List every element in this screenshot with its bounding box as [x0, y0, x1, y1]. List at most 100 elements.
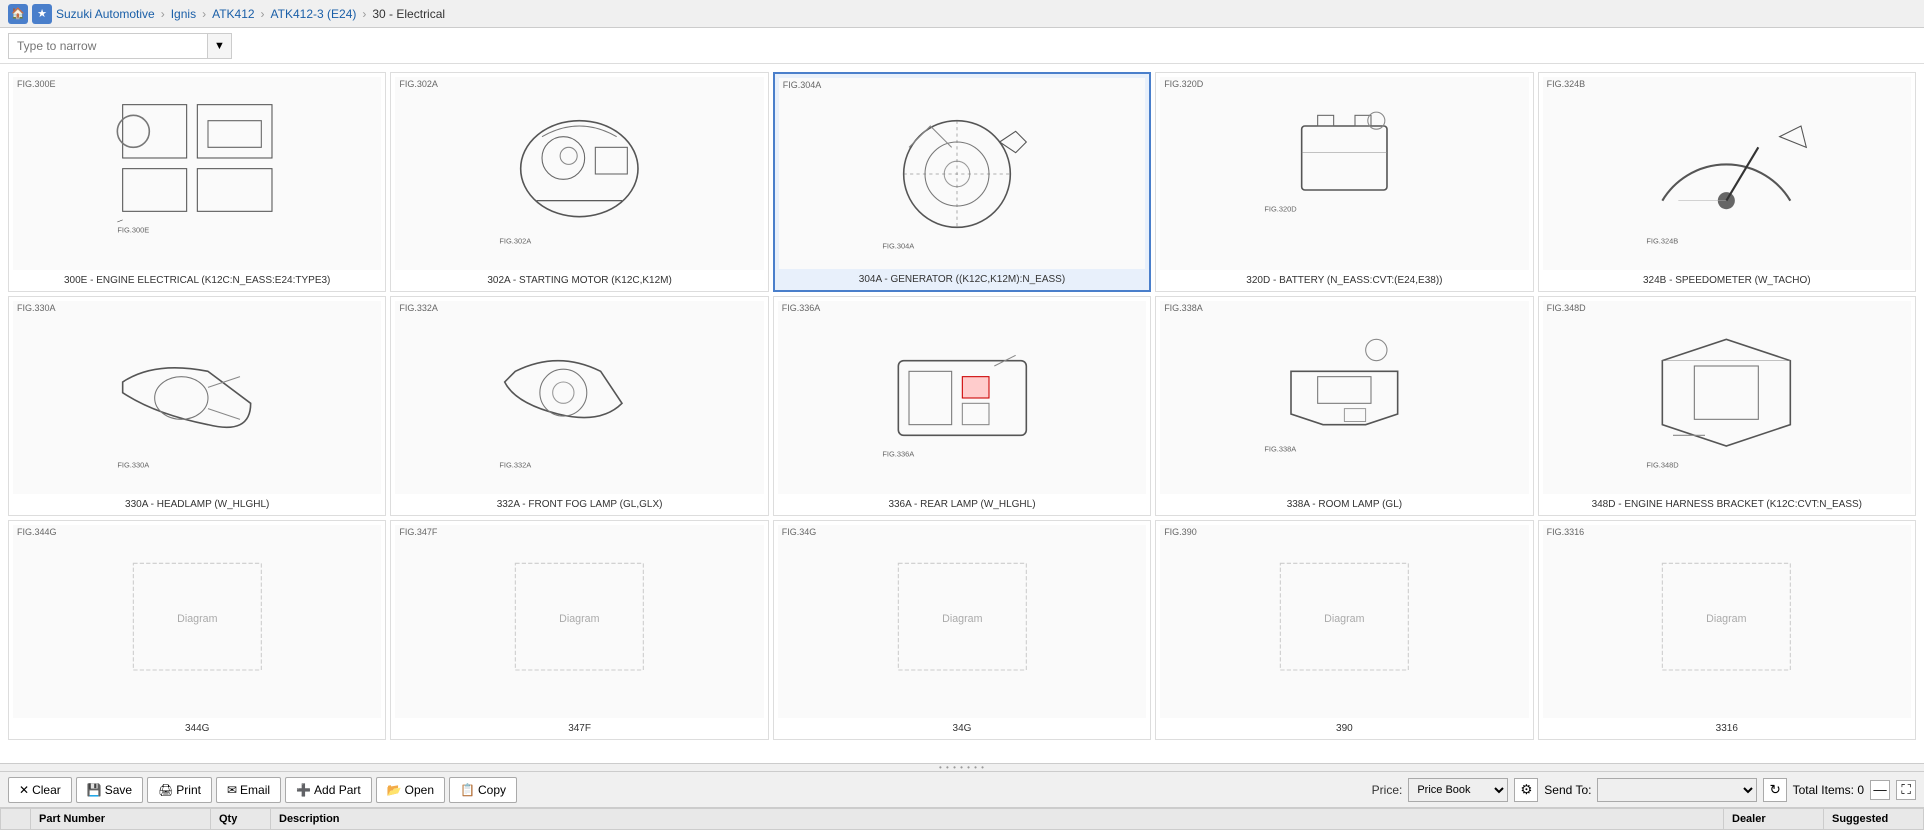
diagram-item-324B[interactable]: FIG.324B FIG.324B 324B - SPEEDOMETER (W_… [1538, 72, 1916, 292]
save-button[interactable]: 💾 Save [76, 777, 143, 803]
save-label: Save [105, 783, 132, 797]
diagram-item-330A[interactable]: FIG.330A FIG.330A 330A - HEADLAMP (W_HLG… [8, 296, 386, 516]
diagram-label-304A: 304A - GENERATOR ((K12C,K12M):N_EASS) [779, 273, 1145, 286]
fig-number-300E: FIG.300E [17, 79, 56, 89]
diagram-image-336A: FIG.336A FIG.336A [778, 301, 1146, 494]
svg-text:FIG.336A: FIG.336A [882, 449, 914, 458]
add-part-icon: ➕ [296, 783, 311, 797]
print-label: Print [176, 783, 201, 797]
copy-icon: 📋 [460, 783, 475, 797]
price-select[interactable]: Price Book [1408, 778, 1508, 802]
print-button[interactable]: 🖨 Print [147, 777, 212, 803]
nav-link-suzuki[interactable]: Suzuki Automotive [56, 7, 155, 21]
fig-number-330A: FIG.330A [17, 303, 56, 313]
search-button[interactable]: ▼ [208, 33, 232, 59]
diagram-label-324B: 324B - SPEEDOMETER (W_TACHO) [1543, 274, 1911, 287]
fig-number-304A: FIG.304A [783, 80, 822, 90]
open-label: Open [405, 783, 434, 797]
price-section: Price: Price Book ⚙ Send To: ↻ Total Ite… [1372, 778, 1916, 802]
star-icon[interactable]: ★ [32, 4, 52, 24]
nav-sep-2: › [202, 7, 206, 21]
diagram-item-338A[interactable]: FIG.338A FIG.338A 338A - ROOM LAMP (GL) [1155, 296, 1533, 516]
search-input[interactable] [8, 33, 208, 59]
parts-table: Part Number Qty Description Dealer Sugge… [0, 808, 1924, 830]
diagram-image-338A: FIG.338A FIG.338A [1160, 301, 1528, 494]
nav-sep-1: › [161, 7, 165, 21]
price-label: Price: [1372, 783, 1403, 797]
diagram-label-347F: 347F [395, 722, 763, 735]
main-content: FIG.300E FIG.300E 300E - ENGINE ELECTRIC… [0, 64, 1924, 763]
nav-current-page: 30 - Electrical [372, 7, 445, 21]
add-part-button[interactable]: ➕ Add Part [285, 777, 372, 803]
svg-text:FIG.348D: FIG.348D [1647, 460, 1680, 469]
svg-text:Diagram: Diagram [1324, 612, 1364, 624]
home-icon[interactable]: 🏠 [8, 4, 28, 24]
diagram-image-304A: FIG.304A FIG.304A [779, 78, 1145, 269]
diagram-item-34G[interactable]: FIG.34G Diagram 34G [773, 520, 1151, 740]
fig-number-3316: FIG.3316 [1547, 527, 1585, 537]
diagram-item-344G[interactable]: FIG.344G Diagram 344G [8, 520, 386, 740]
minimize-button[interactable]: — [1870, 780, 1890, 800]
diagram-item-300E[interactable]: FIG.300E FIG.300E 300E - ENGINE ELECTRIC… [8, 72, 386, 292]
svg-text:FIG.320D: FIG.320D [1264, 204, 1297, 213]
col-header-desc: Description [271, 809, 1724, 830]
diagram-item-332A[interactable]: FIG.332A FIG.332A 332A - FRONT FOG LAMP … [390, 296, 768, 516]
diagram-grid: FIG.300E FIG.300E 300E - ENGINE ELECTRIC… [8, 72, 1916, 740]
diagram-item-348D[interactable]: FIG.348D FIG.348D 348D - ENGINE HARNESS … [1538, 296, 1916, 516]
drag-handle[interactable]: • • • • • • • [0, 763, 1924, 771]
diagram-label-390: 390 [1160, 722, 1528, 735]
diagram-item-320D[interactable]: FIG.320D FIG.320D 320D - BATTERY (N_EASS… [1155, 72, 1533, 292]
diagram-label-302A: 302A - STARTING MOTOR (K12C,K12M) [395, 274, 763, 287]
expand-button[interactable]: ⛶ [1896, 780, 1916, 800]
svg-text:Diagram: Diagram [942, 612, 982, 624]
diagram-image-332A: FIG.332A FIG.332A [395, 301, 763, 494]
diagram-image-300E: FIG.300E FIG.300E [13, 77, 381, 270]
fig-number-332A: FIG.332A [399, 303, 438, 313]
email-label: Email [240, 783, 270, 797]
nav-bar: 🏠 ★ Suzuki Automotive › Ignis › ATK412 ›… [0, 0, 1924, 28]
diagram-image-344G: FIG.344G Diagram [13, 525, 381, 718]
diagram-item-304A[interactable]: FIG.304A FIG.304A 304A - GENERATOR ((K12… [773, 72, 1151, 292]
diagram-image-390: FIG.390 Diagram [1160, 525, 1528, 718]
fig-number-390: FIG.390 [1164, 527, 1197, 537]
save-icon: 💾 [87, 783, 102, 797]
fig-number-338A: FIG.338A [1164, 303, 1203, 313]
col-header-partnumber: Part Number [31, 809, 211, 830]
svg-text:Diagram: Diagram [177, 612, 217, 624]
fig-number-34G: FIG.34G [782, 527, 817, 537]
svg-text:FIG.324B: FIG.324B [1647, 236, 1679, 245]
svg-text:FIG.304A: FIG.304A [882, 241, 914, 250]
send-to-select[interactable] [1597, 778, 1757, 802]
diagram-label-332A: 332A - FRONT FOG LAMP (GL,GLX) [395, 498, 763, 511]
col-header-qty: Qty [211, 809, 271, 830]
diagram-item-390[interactable]: FIG.390 Diagram 390 [1155, 520, 1533, 740]
email-button[interactable]: ✉ Email [216, 777, 281, 803]
svg-text:FIG.330A: FIG.330A [117, 460, 149, 469]
fig-number-324B: FIG.324B [1547, 79, 1586, 89]
parts-table-section: Part Number Qty Description Dealer Sugge… [0, 807, 1924, 830]
open-button[interactable]: 📂 Open [376, 777, 445, 803]
diagram-item-336A[interactable]: FIG.336A FIG.336A 336A - REAR LAMP (W_HL… [773, 296, 1151, 516]
email-icon: ✉ [227, 783, 237, 797]
refresh-button[interactable]: ↻ [1763, 778, 1786, 802]
diagram-item-347F[interactable]: FIG.347F Diagram 347F [390, 520, 768, 740]
fig-number-302A: FIG.302A [399, 79, 438, 89]
copy-button[interactable]: 📋 Copy [449, 777, 517, 803]
nav-link-atk412-3[interactable]: ATK412-3 (E24) [271, 7, 357, 21]
nav-link-ignis[interactable]: Ignis [171, 7, 196, 21]
diagram-label-338A: 338A - ROOM LAMP (GL) [1160, 498, 1528, 511]
send-to-label: Send To: [1544, 783, 1591, 797]
diagram-image-330A: FIG.330A FIG.330A [13, 301, 381, 494]
diagram-image-348D: FIG.348D FIG.348D [1543, 301, 1911, 494]
price-settings-button[interactable]: ⚙ [1514, 778, 1538, 802]
col-header-num [1, 809, 31, 830]
total-items-label: Total Items: 0 [1793, 783, 1864, 797]
col-header-dealer: Dealer [1724, 809, 1824, 830]
diagram-item-302A[interactable]: FIG.302A FIG.302A 302A - STARTING MOTOR … [390, 72, 768, 292]
diagram-item-3316[interactable]: FIG.3316 Diagram 3316 [1538, 520, 1916, 740]
diagram-image-347F: FIG.347F Diagram [395, 525, 763, 718]
nav-link-atk412[interactable]: ATK412 [212, 7, 254, 21]
svg-text:FIG.300E: FIG.300E [117, 225, 149, 234]
search-bar: ▼ [0, 28, 1924, 64]
clear-button[interactable]: ✕ Clear [8, 777, 72, 803]
